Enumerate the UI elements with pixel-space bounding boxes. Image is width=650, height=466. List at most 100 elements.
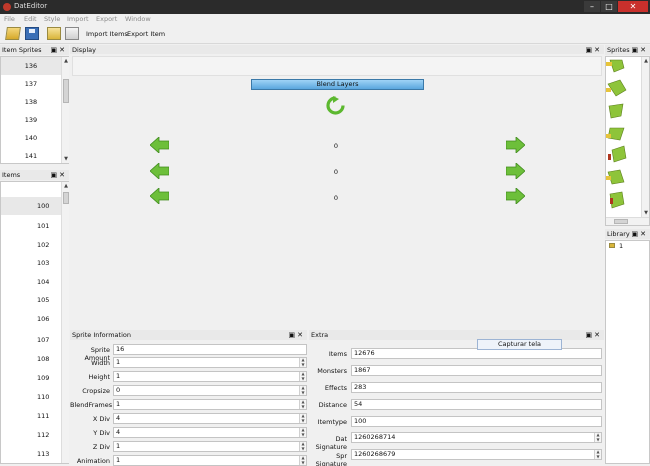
- animation-spinner[interactable]: 1 ▲ ▼: [113, 455, 307, 466]
- arrow-right-icon[interactable]: [506, 137, 525, 153]
- close-icon[interactable]: ✕: [594, 331, 602, 339]
- scroll-down-icon[interactable]: ▼: [62, 155, 70, 163]
- zdiv-spinner[interactable]: 1 ▲ ▼: [113, 441, 307, 452]
- spin-arrows-icon[interactable]: ▲ ▼: [594, 449, 601, 459]
- arrow-left-icon[interactable]: [150, 188, 169, 204]
- scroll-up-icon[interactable]: ▲: [642, 57, 650, 65]
- menu-edit[interactable]: Edit: [24, 15, 37, 23]
- refresh-icon[interactable]: [326, 96, 345, 115]
- blend-layers-button[interactable]: Blend Layers: [251, 79, 424, 90]
- list-item[interactable]: 101: [1, 217, 61, 235]
- float-icon[interactable]: ▣: [632, 230, 641, 238]
- list-item[interactable]: 100: [1, 197, 61, 215]
- library-item[interactable]: 1: [619, 242, 623, 250]
- itemtype-field[interactable]: 100: [351, 416, 602, 427]
- distance-field[interactable]: 54: [351, 399, 602, 410]
- float-icon[interactable]: ▣: [289, 331, 298, 339]
- close-button[interactable]: ✕: [618, 1, 648, 12]
- menu-file[interactable]: File: [4, 15, 15, 23]
- arrow-right-icon[interactable]: [506, 163, 525, 179]
- scroll-thumb[interactable]: [63, 192, 69, 204]
- close-icon[interactable]: ✕: [297, 331, 305, 339]
- float-icon[interactable]: ▣: [51, 46, 60, 54]
- list-item[interactable]: 112: [1, 426, 61, 444]
- list-item[interactable]: 107: [1, 331, 61, 349]
- sprite-thumbnails[interactable]: [606, 58, 634, 218]
- export-icon[interactable]: [65, 27, 79, 40]
- scroll-up-icon[interactable]: ▲: [62, 57, 70, 65]
- list-item[interactable]: 141: [1, 147, 61, 165]
- list-item[interactable]: 136: [1, 57, 61, 75]
- maximize-button[interactable]: □: [601, 1, 617, 12]
- spin-arrows-icon[interactable]: ▲ ▼: [299, 427, 306, 437]
- blendframes-spinner[interactable]: 1 ▲ ▼: [113, 399, 307, 410]
- spin-arrows-icon[interactable]: ▲ ▼: [594, 432, 601, 442]
- list-item[interactable]: 138: [1, 93, 61, 111]
- float-icon[interactable]: ▣: [51, 171, 60, 179]
- width-spinner[interactable]: 1 ▲ ▼: [113, 357, 307, 368]
- list-item[interactable]: 108: [1, 350, 61, 368]
- list-item[interactable]: 139: [1, 111, 61, 129]
- scroll-thumb[interactable]: [614, 219, 628, 224]
- spr-signature-spinner[interactable]: 1260268679 ▲ ▼: [351, 449, 602, 460]
- minimize-button[interactable]: –: [584, 1, 600, 12]
- xdiv-spinner[interactable]: 4 ▲ ▼: [113, 413, 307, 424]
- dat-signature-spinner[interactable]: 1260268714 ▲ ▼: [351, 432, 602, 443]
- arrow-right-icon[interactable]: [506, 188, 525, 204]
- arrow-left-icon[interactable]: [150, 137, 169, 153]
- spin-arrows-icon[interactable]: ▲ ▼: [299, 385, 306, 395]
- effects-field[interactable]: 283: [351, 382, 602, 393]
- export-item-button[interactable]: Export Item: [127, 30, 165, 38]
- spin-arrows-icon[interactable]: ▲ ▼: [299, 399, 306, 409]
- scroll-down-icon[interactable]: ▼: [642, 209, 650, 217]
- monsters-field[interactable]: 1867: [351, 365, 602, 376]
- cropsize-spinner[interactable]: 0 ▲ ▼: [113, 385, 307, 396]
- list-item[interactable]: 137: [1, 75, 61, 93]
- list-item[interactable]: 104: [1, 273, 61, 291]
- save-icon[interactable]: [25, 27, 39, 40]
- sprite-thumb[interactable]: [609, 59, 625, 73]
- list-item[interactable]: 109: [1, 369, 61, 387]
- height-spinner[interactable]: 1 ▲ ▼: [113, 371, 307, 382]
- list-item[interactable]: 106: [1, 310, 61, 328]
- sprite-info-dock-title: Sprite Information ▣✕: [70, 330, 307, 340]
- spin-arrows-icon[interactable]: ▲ ▼: [299, 413, 306, 423]
- items-scrollbar[interactable]: ▲: [61, 182, 69, 463]
- list-item[interactable]: 110: [1, 388, 61, 406]
- close-icon[interactable]: ✕: [640, 230, 648, 238]
- list-item[interactable]: 111: [1, 407, 61, 425]
- close-icon[interactable]: ✕: [59, 46, 67, 54]
- list-item[interactable]: 105: [1, 291, 61, 309]
- list-item[interactable]: 103: [1, 254, 61, 272]
- sprite-thumb[interactable]: [611, 145, 627, 163]
- spin-arrows-icon[interactable]: ▲ ▼: [299, 455, 306, 465]
- list-item[interactable]: 113: [1, 445, 61, 463]
- close-icon[interactable]: ✕: [640, 46, 648, 54]
- sprites-hscrollbar[interactable]: [606, 217, 649, 225]
- menu-style[interactable]: Style: [44, 15, 60, 23]
- menu-import[interactable]: Import: [67, 15, 89, 23]
- float-icon[interactable]: ▣: [586, 331, 595, 339]
- close-icon[interactable]: ✕: [59, 171, 67, 179]
- spin-arrows-icon[interactable]: ▲ ▼: [299, 441, 306, 451]
- list-item[interactable]: 102: [1, 236, 61, 254]
- list-item[interactable]: 140: [1, 129, 61, 147]
- scroll-up-icon[interactable]: ▲: [62, 182, 70, 190]
- arrow-left-icon[interactable]: [150, 163, 169, 179]
- spin-arrows-icon[interactable]: ▲ ▼: [299, 357, 306, 367]
- spin-arrows-icon[interactable]: ▲ ▼: [299, 371, 306, 381]
- menu-window[interactable]: Window: [125, 15, 151, 23]
- menu-export[interactable]: Export: [96, 15, 117, 23]
- import-items-button[interactable]: Import Items: [86, 30, 128, 38]
- close-icon[interactable]: ✕: [594, 46, 602, 54]
- sprites-scrollbar[interactable]: ▲ ▼: [641, 57, 649, 217]
- sprite-amount-field[interactable]: 16: [113, 344, 307, 355]
- item-sprites-scrollbar[interactable]: ▲ ▼: [61, 57, 69, 163]
- scroll-thumb[interactable]: [63, 79, 69, 103]
- open-folder-icon[interactable]: [5, 27, 21, 40]
- sprite-thumb[interactable]: [608, 103, 624, 119]
- float-icon[interactable]: ▣: [586, 46, 595, 54]
- float-icon[interactable]: ▣: [632, 46, 641, 54]
- import-icon[interactable]: [47, 27, 61, 40]
- ydiv-spinner[interactable]: 4 ▲ ▼: [113, 427, 307, 438]
